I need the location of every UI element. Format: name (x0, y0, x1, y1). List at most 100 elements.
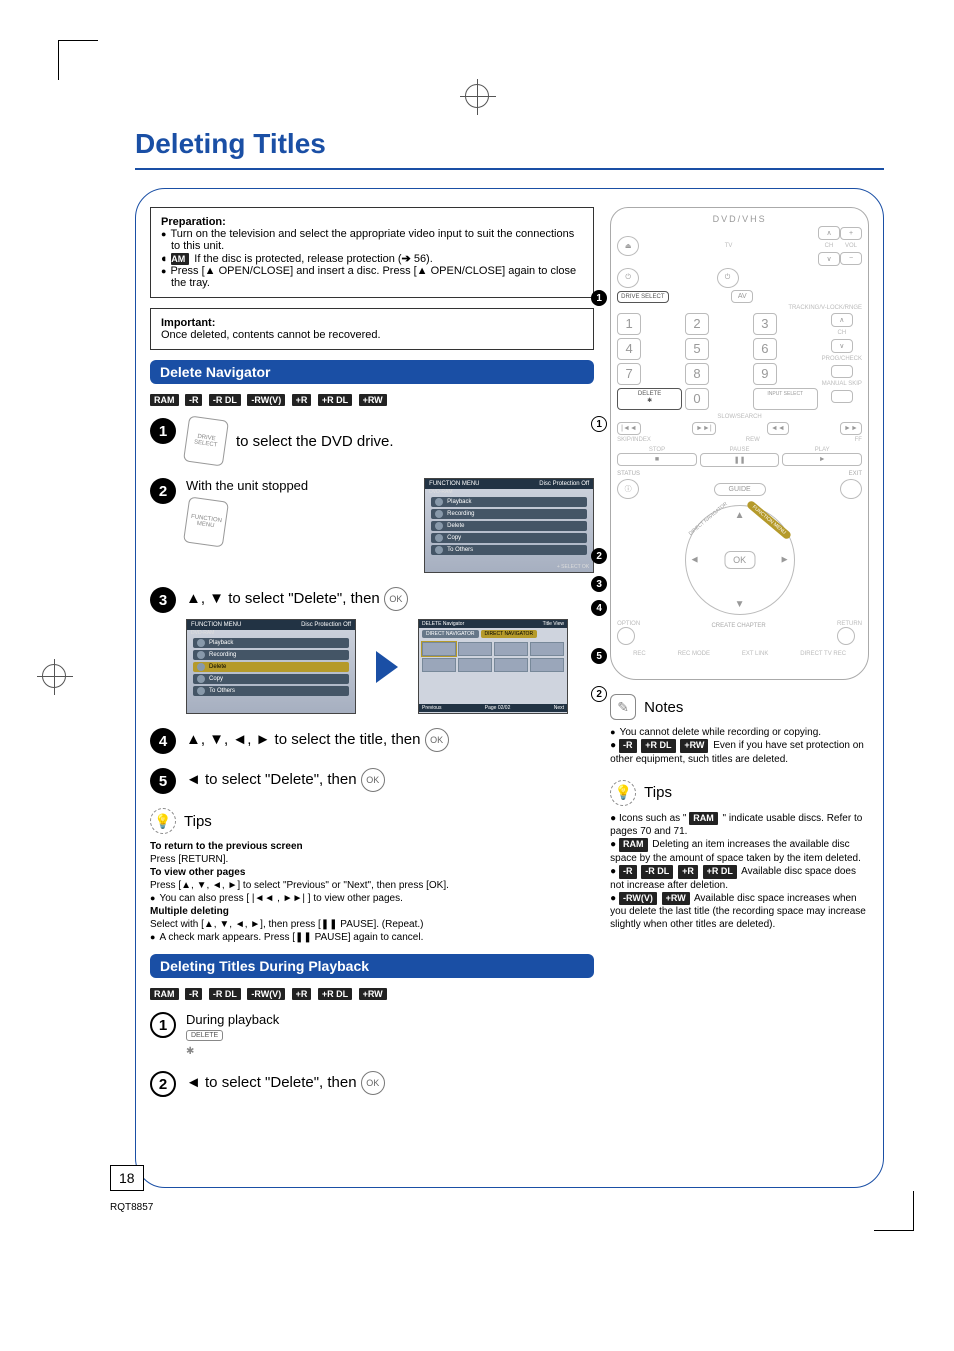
prep-line-3: Press [▲ OPEN/CLOSE] and insert a disc. … (161, 265, 583, 289)
down-arrow-icon: ▼ (735, 599, 745, 610)
num-4: 4 (617, 338, 641, 360)
direct-nav-label: DIRECT NAVIGATOR (687, 501, 728, 537)
power-icon: ⏻ (617, 268, 639, 288)
directrec-label: DIRECT TV REC (800, 651, 846, 657)
playback-step-number-2: 2 (150, 1071, 176, 1097)
step-number-3: 3 (150, 587, 176, 613)
menu-media: DVD-RAM (425, 489, 593, 495)
callout-3: 3 (591, 576, 607, 592)
badge: +RW (359, 988, 387, 1000)
badge: -R (185, 988, 203, 1000)
nav-header-right: Title View (543, 621, 564, 627)
badge: -RW(V) (619, 892, 657, 906)
rec-label: REC (633, 651, 646, 657)
delete-navigator-screenshot: DELETE NavigatorTitle View DIRECT NAVIGA… (418, 619, 568, 714)
ram-badge: RAM (171, 253, 190, 265)
menu-header: FUNCTION MENU (429, 481, 479, 487)
tip-r1a: Icons such as " (619, 813, 686, 824)
badge: +R (292, 394, 312, 406)
nav-wheel: DIRECT NAVIGATOR FUNCTION MENU ▲ ▼ ◄ ► O… (685, 505, 795, 615)
drive-select-button-icon: DRIVE SELECT (183, 415, 229, 466)
tips-right-title: Tips (644, 784, 672, 801)
ch-up-icon: ∧ (818, 226, 840, 240)
function-menu-screenshot-2: FUNCTION MENUDisc Protection Off DVD-RAM… (186, 619, 356, 714)
important-heading: Important: (161, 317, 215, 329)
tv-power-icon: ⏻ (717, 268, 739, 288)
tips-left-body: To return to the previous screen Press [… (150, 840, 594, 944)
tips-t2b: You can also press [ |◄◄ , ►►| ] to view… (150, 893, 403, 904)
notes-title: Notes (644, 699, 683, 716)
menu-item: Recording (209, 652, 236, 658)
step-3: 3 ▲, ▼ to select "Delete", then OK FUNCT… (150, 587, 594, 714)
badge: -R (619, 739, 637, 753)
callout-1: 1 (591, 290, 607, 306)
callout-circle-1: 1 (591, 416, 607, 432)
vol-up-icon: + (840, 227, 862, 240)
right-arrow-icon: ► (780, 555, 790, 566)
delete-button-icon: DELETE (186, 1030, 223, 1041)
create-chapter-label: CREATE CHAPTER (711, 623, 765, 645)
pause-icon: ❚❚ (700, 453, 780, 467)
tips-t2: Press [▲, ▼, ◄, ►] to select "Previous" … (150, 880, 449, 891)
badge: -R (619, 865, 637, 879)
ok-icon: OK (384, 587, 408, 611)
num-5: 5 (685, 338, 709, 360)
preparation-heading: Preparation: (161, 216, 583, 228)
menu-footer: + SELECT OK (557, 564, 589, 570)
ff-icon: ►► (840, 422, 862, 435)
ok-icon: OK (361, 768, 385, 792)
crop-mark-br (874, 1191, 914, 1231)
badge: RAM (619, 838, 648, 852)
remote-header: DVD/VHS (617, 214, 862, 224)
num-1: 1 (617, 313, 641, 335)
main-frame: Preparation: Turn on the television and … (135, 188, 884, 1188)
callout-circle-2: 2 (591, 686, 607, 702)
delete-remote-button: DELETE✱ (617, 388, 682, 410)
playback-step-number-1: 1 (150, 1012, 176, 1038)
tips-t3: Select with [▲, ▼, ◄, ►], then press [❚❚… (150, 919, 423, 930)
rew-icon: ◄◄ (767, 422, 789, 435)
arrow-right-icon (376, 651, 398, 683)
notes-icon: ✎ (610, 694, 636, 720)
slow-label: SLOW/SEARCH (617, 414, 862, 420)
menu-item: Playback (209, 640, 233, 646)
note-1: You cannot delete while recording or cop… (610, 727, 821, 738)
step-number-2: 2 (150, 478, 176, 504)
badge: -R DL (209, 988, 241, 1000)
ch-up-2: ∧ (831, 313, 853, 327)
skipindex-label: SKIP/INDEX (617, 437, 651, 443)
step-4: 4 ▲, ▼, ◄, ► to select the title, then O… (150, 728, 594, 754)
step-number-5: 5 (150, 768, 176, 794)
skip-next-icon: ►►| (692, 422, 716, 435)
preparation-box: Preparation: Turn on the television and … (150, 207, 594, 298)
num-0: 0 (685, 388, 709, 410)
ok-button: OK (724, 551, 755, 569)
menu-item: Playback (447, 499, 471, 505)
badge: +R DL (703, 865, 737, 879)
nav-page: Page 02/02 (485, 705, 511, 711)
num-7: 7 (617, 363, 641, 385)
nav-tab: DIRECT NAVIGATOR (422, 630, 479, 638)
asterisk-icon: ✱ (186, 1046, 194, 1057)
badge: RAM (150, 988, 179, 1000)
prep-line-2b: 56). (411, 253, 433, 265)
menu-item: To Others (447, 547, 473, 553)
step-5-text: ◄ to select "Delete", then (186, 771, 357, 788)
menu-item: Copy (447, 535, 461, 541)
tips-t3b: A check mark appears. Press [❚❚ PAUSE] a… (150, 932, 423, 943)
notes-body: You cannot delete while recording or cop… (610, 726, 869, 766)
menu-header-right: Disc Protection Off (301, 622, 351, 628)
recmode-label: REC MODE (678, 651, 710, 657)
prep-line-2a: If the disc is protected, release protec… (194, 253, 401, 265)
menu-header-right: Disc Protection Off (539, 481, 589, 487)
tips-title: Tips (184, 813, 212, 830)
nav-next: Next (554, 705, 564, 711)
exit-button (840, 479, 862, 499)
menu-item: Copy (209, 676, 223, 682)
page-title: Deleting Titles (135, 128, 884, 160)
badge: +RW (662, 892, 690, 906)
playback-1-text: During playback (186, 1012, 279, 1027)
tips-h2: To view other pages (150, 867, 245, 878)
vol-down-icon: − (840, 252, 862, 265)
num-8: 8 (685, 363, 709, 385)
